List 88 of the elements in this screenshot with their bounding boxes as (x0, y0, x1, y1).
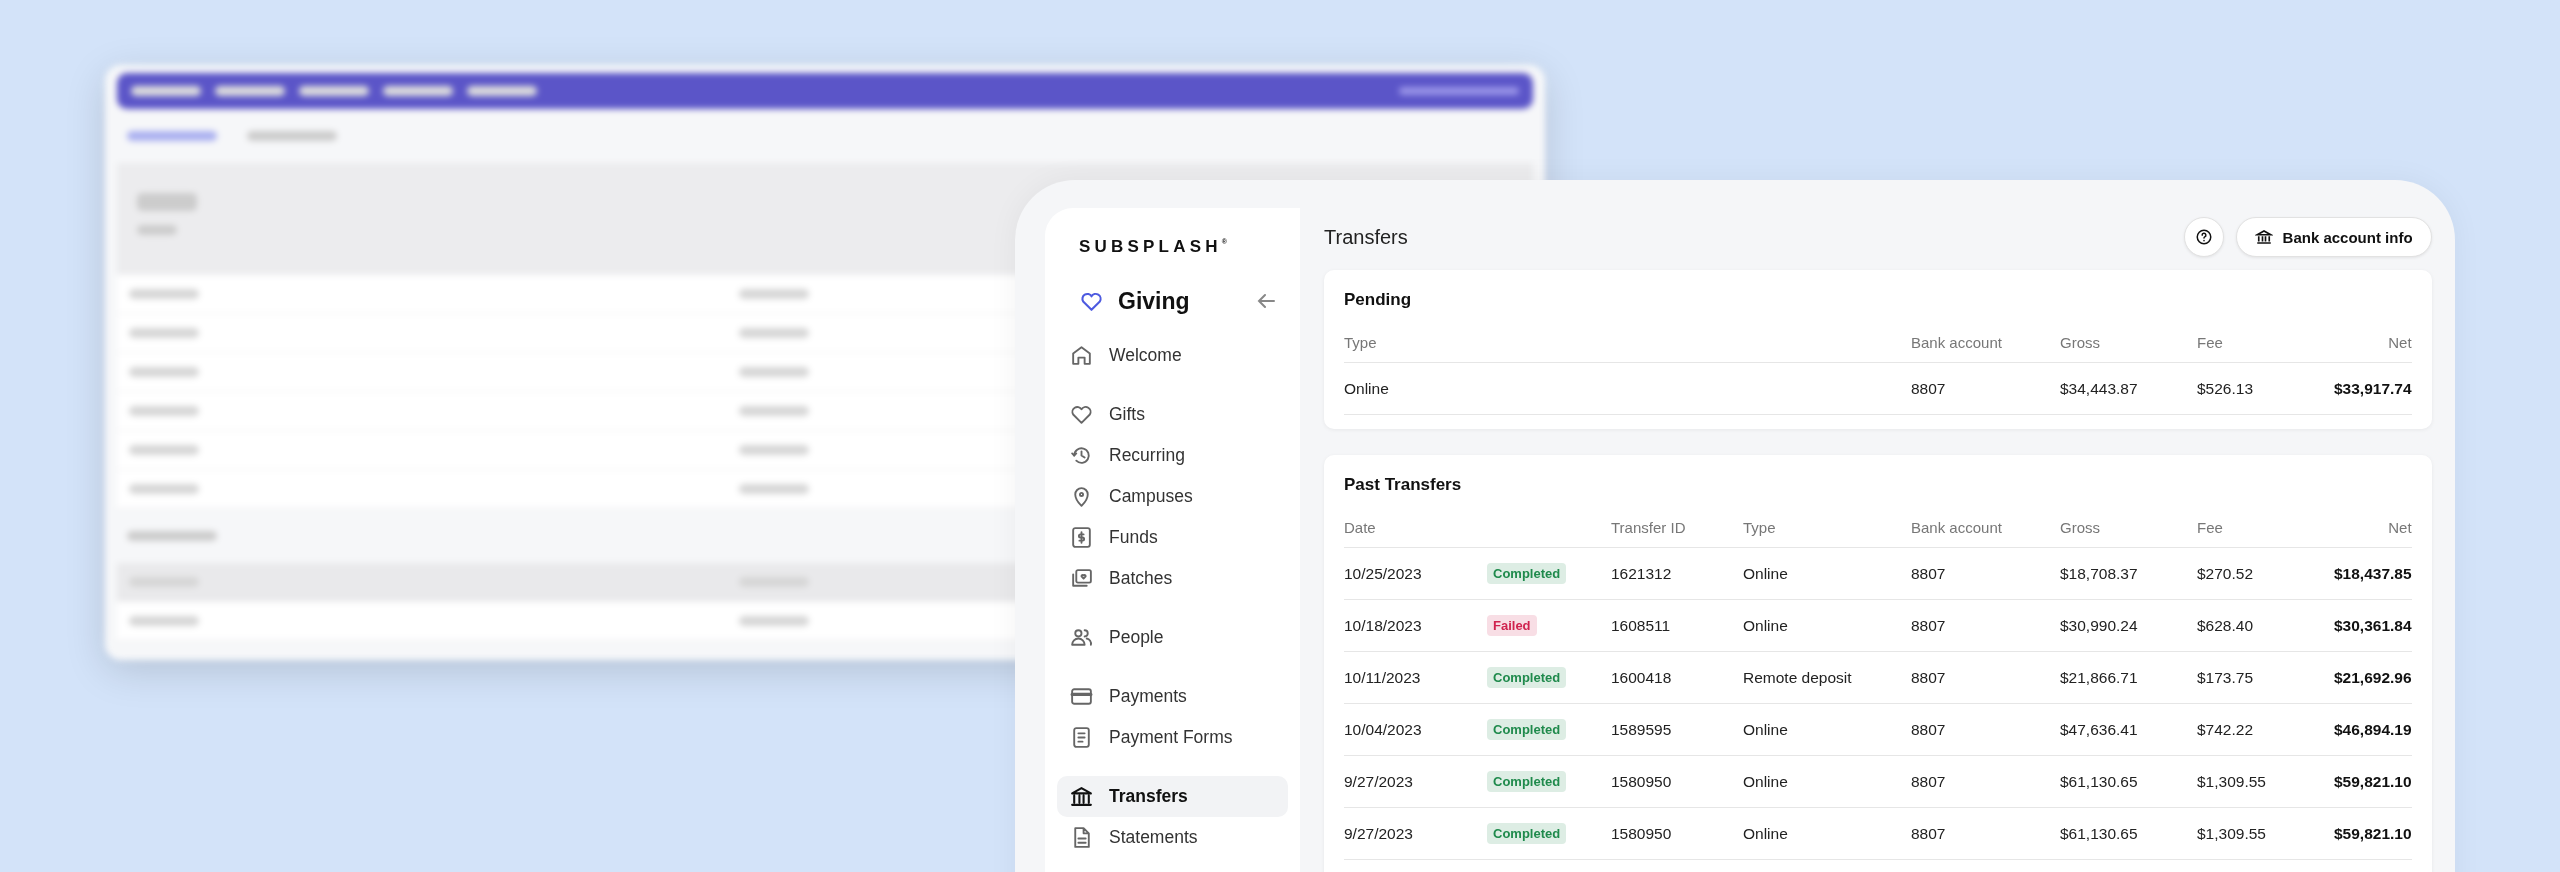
table-cell: $59,821.10 (2334, 772, 2412, 791)
table-cell-text: Online (1743, 616, 1789, 635)
table-cell-text: $1,309.55 (2197, 824, 2267, 843)
nav-item[interactable]: Transfers (1057, 776, 1288, 817)
column-header: Date (1344, 518, 1377, 536)
nav-item[interactable]: Recurring (1057, 435, 1288, 476)
table-cell-text: 10/04/2023 (1344, 720, 1423, 739)
table-cell-text: $742.22 (2197, 720, 2255, 739)
table-cell-text: Online (1743, 564, 1789, 583)
nav-item[interactable]: Statements (1057, 817, 1288, 858)
logo: SUBSPLASH$^{®}$ (1078, 236, 1228, 257)
table-cell-text: $1,309.55 (2197, 772, 2267, 791)
nav-item[interactable]: Funds (1057, 517, 1288, 558)
column-header: Net (2388, 518, 2412, 536)
table-cell-text: $628.40 (2197, 616, 2255, 635)
table-cell-text: 10/11/2023 (1344, 668, 1422, 687)
nav-item[interactable]: Batches (1057, 558, 1288, 599)
bank-account-button[interactable]: Bank account info (2235, 217, 2432, 257)
table-cell-text: $61,130.65 (2060, 824, 2139, 843)
column-header: Fee (2197, 518, 2224, 536)
table-cell: $21,692.96 (2334, 668, 2412, 687)
table-cell-text: $173.75 (2197, 668, 2255, 687)
table-cell-text: $526.13 (2197, 379, 2255, 398)
status-badge: Completed (1487, 719, 1567, 740)
status-badge: Completed (1487, 667, 1567, 688)
table-cell-text: 1589595 (1611, 720, 1673, 739)
table-cell: $18,437.85 (2334, 564, 2412, 583)
table-cell-text: Online (1743, 720, 1789, 739)
table-cell-text: 1580950 (1611, 824, 1673, 843)
table-cell-text: Online (1743, 772, 1789, 791)
table-cell-text: $30,990.24 (2060, 616, 2139, 635)
status-badge: Completed (1487, 563, 1567, 584)
column-header: Type (1344, 333, 1378, 351)
table-cell-text: 8807 (1911, 379, 1947, 398)
help-icon (2194, 228, 2213, 246)
bank-icon (2254, 228, 2273, 246)
status-badge: Completed (1487, 771, 1567, 792)
table-cell-text: 1621312 (1611, 564, 1673, 583)
nav-item[interactable]: Payments (1057, 676, 1288, 717)
table-cell: $46,894.19 (2334, 720, 2412, 739)
table-cell-text: 9/27/2023 (1344, 824, 1414, 843)
app-title: Giving (1118, 287, 1190, 315)
table-cell-text: $18,708.37 (2060, 564, 2139, 583)
table-cell-text: 1600418 (1611, 668, 1673, 687)
table-cell-text: 8807 (1911, 564, 1947, 583)
column-header: Net (2388, 333, 2412, 351)
table-cell-text: Online (1743, 824, 1789, 843)
column-header: Gross (2060, 518, 2101, 536)
status-badge: Completed (1487, 823, 1567, 844)
column-header: Bank account (1911, 333, 2003, 351)
table-cell-text: 10/25/2023 (1344, 564, 1423, 583)
table-cell-text: 8807 (1911, 772, 1947, 791)
table-cell-text: 9/27/2023 (1344, 772, 1414, 791)
table-cell-text: 10/18/2023 (1344, 616, 1423, 635)
table-cell-text: 8807 (1911, 720, 1947, 739)
column-header: Type (1743, 518, 1777, 536)
table-cell-text: 8807 (1911, 824, 1947, 843)
table-cell-text: 1580950 (1611, 772, 1673, 791)
table-cell-text: Remote deposit (1743, 668, 1853, 687)
page-title: Transfers (1324, 225, 1409, 249)
help-button[interactable] (2183, 217, 2224, 257)
card-title: Pending (1344, 290, 1413, 311)
bank-icon (1069, 784, 1094, 809)
nav-item[interactable]: Gifts (1057, 394, 1288, 435)
table-cell-text: $270.52 (2197, 564, 2255, 583)
table-cell-text: 1608511 (1611, 616, 1672, 635)
table-cell-text: $21,866.71 (2060, 668, 2139, 687)
nav-item[interactable]: Welcome (1057, 335, 1288, 376)
table-cell-text: 8807 (1911, 616, 1947, 635)
status-badge: Failed (1487, 615, 1537, 636)
nav-item[interactable]: People (1057, 617, 1288, 658)
table-cell-text: 8807 (1911, 668, 1947, 687)
home-icon (1069, 343, 1094, 368)
column-header: Gross (2060, 333, 2101, 351)
table-cell: $30,361.84 (2334, 616, 2412, 635)
table-cell: $59,821.10 (2334, 824, 2412, 843)
table-cell-text: $61,130.65 (2060, 772, 2139, 791)
table-cell: $33,917.74 (2334, 379, 2412, 398)
dollar-icon (1069, 525, 1094, 550)
nav-item[interactable]: Campuses (1057, 476, 1288, 517)
table-cell-text: $47,636.41 (2060, 720, 2139, 739)
card-title: Past Transfers (1344, 475, 1463, 496)
column-header: Transfer ID (1611, 518, 1687, 536)
nav-item[interactable]: Payment Forms (1057, 717, 1288, 758)
column-header: Fee (2197, 333, 2224, 351)
column-header: Bank account (1911, 518, 2003, 536)
table-cell-text: $34,443.87 (2060, 379, 2139, 398)
table-cell-text: Online (1344, 379, 1390, 398)
